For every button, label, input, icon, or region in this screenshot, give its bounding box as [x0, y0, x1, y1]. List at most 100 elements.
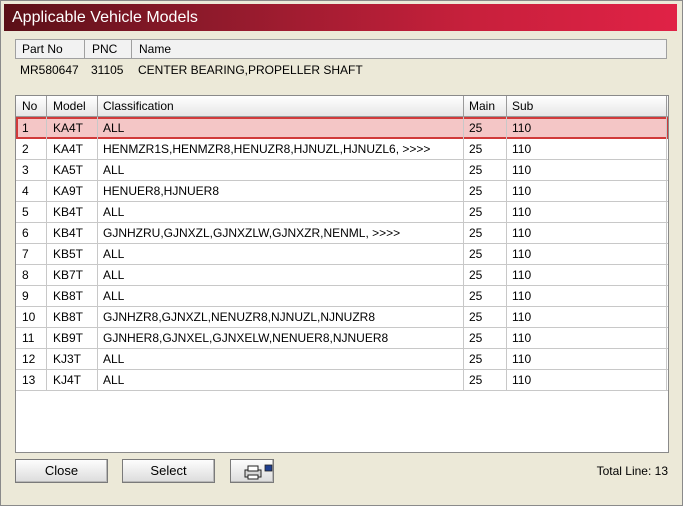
- cell-main: 25: [469, 184, 483, 198]
- col-model[interactable]: Model: [53, 99, 86, 113]
- cell-main: 25: [469, 226, 483, 240]
- cell-no: 3: [22, 163, 29, 177]
- cell-model: KA4T: [53, 142, 84, 156]
- cell-sub: 110: [512, 268, 532, 282]
- cell-model: KB4T: [53, 226, 84, 240]
- col-main[interactable]: Main: [469, 99, 495, 113]
- part-info-header: Part No PNC Name: [15, 39, 667, 59]
- cell-classification: ALL: [103, 163, 125, 177]
- part-info: Part No PNC Name MR580647 31105 CENTER B…: [15, 39, 667, 89]
- col-classification[interactable]: Classification: [103, 99, 174, 113]
- cell-sub: 110: [512, 247, 532, 261]
- cell-sub: 110: [512, 352, 532, 366]
- col-sub[interactable]: Sub: [512, 99, 533, 113]
- cell-sub: 110: [512, 331, 532, 345]
- cell-no: 4: [22, 184, 29, 198]
- cell-sub: 110: [512, 226, 532, 240]
- cell-no: 12: [22, 352, 36, 366]
- table-row[interactable]: 5 KB4T ALL 25 110: [16, 201, 668, 223]
- cell-main: 25: [469, 163, 483, 177]
- cell-model: KB5T: [53, 247, 84, 261]
- cell-no: 1: [22, 121, 29, 135]
- cell-main: 25: [469, 331, 483, 345]
- cell-no: 10: [22, 310, 36, 324]
- cell-model: KB9T: [53, 331, 84, 345]
- cell-main: 25: [469, 310, 483, 324]
- printer-icon: [244, 464, 273, 480]
- part-name-value: CENTER BEARING,PROPELLER SHAFT: [138, 63, 363, 77]
- cell-model: KJ4T: [53, 373, 82, 387]
- cell-sub: 110: [512, 205, 532, 219]
- table-row[interactable]: 9 KB8T ALL 25 110: [16, 285, 668, 307]
- table-row[interactable]: 8 KB7T ALL 25 110: [16, 264, 668, 286]
- cell-classification: GJNHZRU,GJNXZL,GJNXZLW,GJNXZR,NENML, >>>…: [103, 226, 401, 240]
- cell-main: 25: [469, 205, 483, 219]
- cell-main: 25: [469, 247, 483, 261]
- table-row[interactable]: 10 KB8T GJNHZR8,GJNXZL,NENUZR8,NJNUZL,NJNU…: [16, 306, 668, 328]
- cell-no: 7: [22, 247, 29, 261]
- cell-classification: ALL: [103, 289, 125, 303]
- cell-classification: ALL: [103, 205, 125, 219]
- cell-classification: ALL: [103, 121, 125, 135]
- part-no-value: MR580647: [20, 63, 79, 77]
- cell-classification: ALL: [103, 373, 125, 387]
- cell-classification: GJNHER8,GJNXEL,GJNXELW,NENUER8,NJNUER8: [103, 331, 389, 345]
- table-header: No Model Classification Main Sub: [16, 96, 668, 117]
- close-button[interactable]: Close: [15, 459, 108, 483]
- table-row[interactable]: 4 KA9T HENUER8,HJNUER8 25 110: [16, 180, 668, 202]
- table-row[interactable]: 2 KA4T HENMZR1S,HENMZR8,HENUZR8,HJNUZL,HJN…: [16, 138, 668, 160]
- cell-sub: 110: [512, 163, 532, 177]
- cell-sub: 110: [512, 184, 532, 198]
- cell-classification: HENUER8,HJNUER8: [103, 184, 220, 198]
- cell-model: KA4T: [53, 121, 84, 135]
- cell-no: 9: [22, 289, 29, 303]
- cell-main: 25: [469, 352, 483, 366]
- table-row[interactable]: 11 KB9T GJNHER8,GJNXEL,GJNXELW,NENUER8,NJN…: [16, 327, 668, 349]
- print-button[interactable]: [230, 459, 274, 483]
- cell-sub: 110: [512, 289, 532, 303]
- total-lines: Total Line: 13: [596, 464, 668, 478]
- cell-model: KA9T: [53, 184, 84, 198]
- cell-sub: 110: [512, 121, 532, 135]
- table-row[interactable]: 6 KB4T GJNHZRU,GJNXZL,GJNXZLW,GJNXZR,NENML…: [16, 222, 668, 244]
- cell-no: 8: [22, 268, 29, 282]
- cell-sub: 110: [512, 142, 532, 156]
- cell-model: KB8T: [53, 289, 84, 303]
- table-row[interactable]: 12 KJ3T ALL 25 110: [16, 348, 668, 370]
- table-row[interactable]: 13 KJ4T ALL 25 110: [16, 369, 668, 391]
- cell-model: KA5T: [53, 163, 84, 177]
- cell-classification: ALL: [103, 352, 125, 366]
- cell-model: KJ3T: [53, 352, 82, 366]
- cell-sub: 110: [512, 310, 532, 324]
- cell-sub: 110: [512, 373, 532, 387]
- name-header: Name: [139, 42, 172, 56]
- cell-model: KB7T: [53, 268, 84, 282]
- cell-main: 25: [469, 268, 483, 282]
- cell-no: 13: [22, 373, 36, 387]
- table-row[interactable]: 7 KB5T ALL 25 110: [16, 243, 668, 265]
- pnc-header: PNC: [92, 42, 118, 56]
- cell-main: 25: [469, 142, 483, 156]
- select-button[interactable]: Select: [122, 459, 215, 483]
- pnc-value: 31105: [91, 63, 124, 77]
- window-title: Applicable Vehicle Models: [4, 4, 677, 31]
- table-row[interactable]: 3 KA5T ALL 25 110: [16, 159, 668, 181]
- cell-classification: HENMZR1S,HENMZR8,HENUZR8,HJNUZL,HJNUZL6,…: [103, 142, 431, 156]
- col-no[interactable]: No: [22, 99, 37, 113]
- cell-classification: GJNHZR8,GJNXZL,NENUZR8,NJNUZL,NJNUZR8: [103, 310, 376, 324]
- table-row[interactable]: 1 KA4T ALL 25 110: [16, 117, 668, 139]
- cell-classification: ALL: [103, 247, 125, 261]
- cell-no: 2: [22, 142, 29, 156]
- dialog-window: Applicable Vehicle Models Part No PNC Na…: [0, 0, 683, 506]
- cell-main: 25: [469, 121, 483, 135]
- cell-no: 11: [22, 331, 35, 345]
- part-no-header: Part No: [22, 42, 63, 56]
- cell-model: KB8T: [53, 310, 84, 324]
- cell-main: 25: [469, 373, 483, 387]
- vehicle-models-table[interactable]: No Model Classification Main Sub 1 KA4T AL…: [15, 95, 669, 453]
- cell-model: KB4T: [53, 205, 84, 219]
- cell-no: 6: [22, 226, 29, 240]
- cell-no: 5: [22, 205, 29, 219]
- cell-classification: ALL: [103, 268, 125, 282]
- cell-main: 25: [469, 289, 483, 303]
